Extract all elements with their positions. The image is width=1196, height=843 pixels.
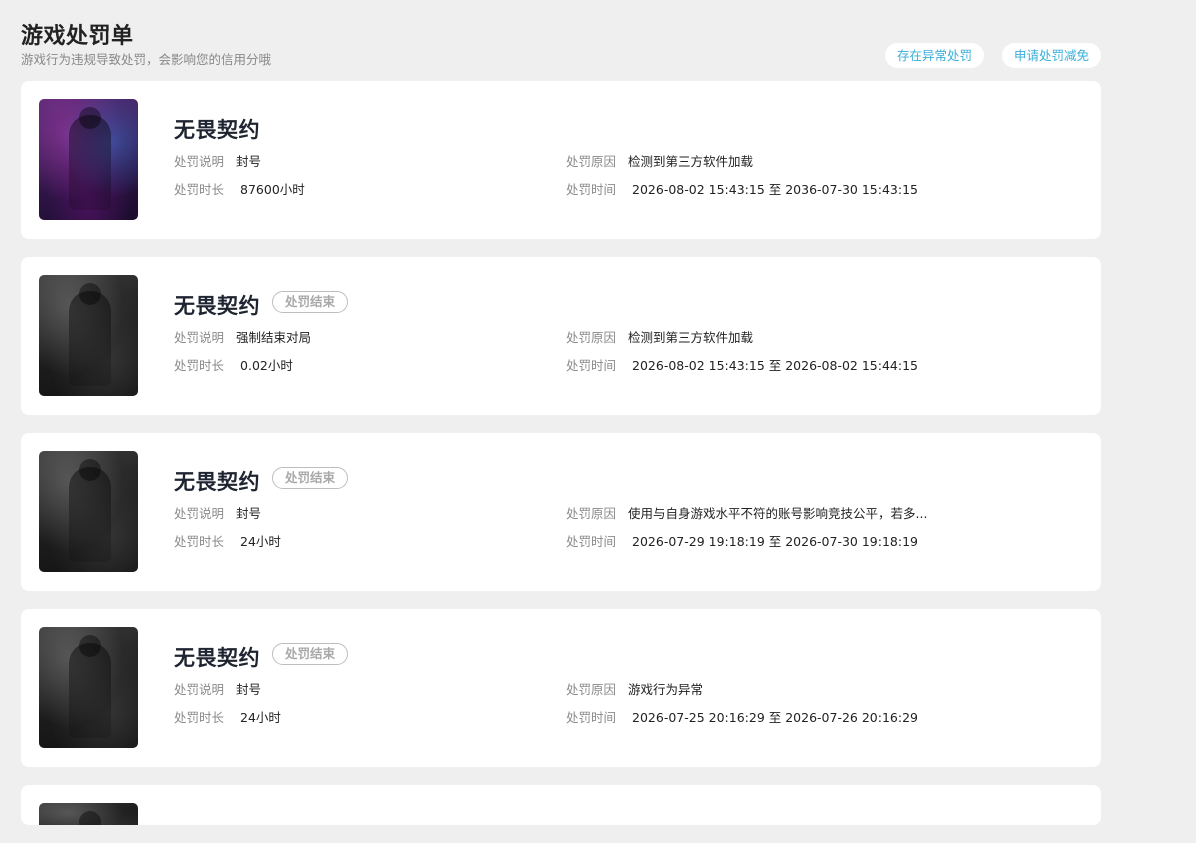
- duration-label: 处罚时长: [174, 534, 225, 549]
- page-header: 游戏处罚单 游戏行为违规导致处罚，会影响您的信用分哦 存在异常处罚 申请处罚减免: [21, 18, 1101, 70]
- description-label: 处罚说明: [174, 154, 225, 169]
- description-label: 处罚说明: [174, 506, 225, 521]
- penalty-description: 处罚说明 强制结束对局: [174, 327, 311, 346]
- reason-label: 处罚原因: [566, 330, 617, 345]
- report-exception-button[interactable]: 存在异常处罚: [885, 43, 985, 68]
- duration-value: 0.02小时: [240, 358, 293, 373]
- reason-value: 使用与自身游戏水平不符的账号影响竞技公平，若多...: [628, 506, 928, 521]
- game-cover-image: [39, 803, 138, 825]
- time-label: 处罚时间: [566, 358, 617, 373]
- penalty-reason: 处罚原因 检测到第三方软件加载: [566, 151, 753, 170]
- game-cover-image: [39, 627, 138, 748]
- penalty-list: 无畏契约 处罚说明 封号 处罚时长 87600小时 处罚原因 检测到第三方软件加载 处…: [21, 81, 1101, 843]
- cover-figure: [69, 643, 111, 738]
- status-badge: 处罚结束: [272, 467, 349, 489]
- penalty-time: 处罚时间 2026-08-02 15:43:15 至 2036-07-30 15:…: [566, 179, 918, 198]
- description-value: 封号: [236, 682, 262, 697]
- description-value: 封号: [236, 506, 262, 521]
- description-label: 处罚说明: [174, 330, 225, 345]
- penalty-card[interactable]: 无畏契约 处罚结束 处罚说明 封号 处罚时长 24小时 处罚原因 游戏行为异常 处罚时…: [21, 609, 1101, 767]
- game-title: 无畏契约: [174, 646, 260, 670]
- status-badge: 处罚结束: [272, 643, 349, 665]
- time-label: 处罚时间: [566, 710, 617, 725]
- game-cover-image: [39, 99, 138, 220]
- reason-label: 处罚原因: [566, 506, 617, 521]
- penalty-duration: 处罚时长 0.02小时: [174, 355, 293, 374]
- page-title: 游戏处罚单: [21, 24, 134, 49]
- status-badge: 处罚结束: [272, 291, 349, 313]
- duration-label: 处罚时长: [174, 358, 225, 373]
- time-value: 2026-08-02 15:43:15 至 2036-07-30 15:43:1…: [632, 182, 918, 197]
- cover-figure: [69, 467, 111, 562]
- time-label: 处罚时间: [566, 182, 617, 197]
- duration-value: 87600小时: [240, 182, 305, 197]
- penalty-time: 处罚时间 2026-08-02 15:43:15 至 2026-08-02 15:…: [566, 355, 918, 374]
- penalty-duration: 处罚时长 87600小时: [174, 179, 305, 198]
- duration-value: 24小时: [240, 710, 281, 725]
- description-label: 处罚说明: [174, 682, 225, 697]
- cover-figure: [69, 291, 111, 386]
- penalty-reason: 处罚原因 使用与自身游戏水平不符的账号影响竞技公平，若多...: [566, 503, 927, 522]
- duration-label: 处罚时长: [174, 710, 225, 725]
- time-value: 2026-07-29 19:18:19 至 2026-07-30 19:18:1…: [632, 534, 918, 549]
- game-cover-image: [39, 275, 138, 396]
- game-title: 无畏契约: [174, 118, 260, 142]
- reason-value: 检测到第三方软件加载: [628, 330, 754, 345]
- reason-label: 处罚原因: [566, 682, 617, 697]
- page-subtitle: 游戏行为违规导致处罚，会影响您的信用分哦: [21, 52, 272, 67]
- penalty-card[interactable]: 无畏契约 处罚结束 处罚说明 强制结束对局 处罚时长 0.02小时 处罚原因 检测到第…: [21, 257, 1101, 415]
- description-value: 封号: [236, 154, 262, 169]
- penalty-time: 处罚时间 2026-07-25 20:16:29 至 2026-07-26 20:…: [566, 707, 918, 726]
- cover-figure-head: [79, 811, 101, 825]
- penalty-description: 处罚说明 封号: [174, 503, 261, 522]
- reason-value: 游戏行为异常: [628, 682, 704, 697]
- game-title: 无畏契约: [174, 294, 260, 318]
- duration-value: 24小时: [240, 534, 281, 549]
- reason-label: 处罚原因: [566, 154, 617, 169]
- penalty-card[interactable]: 无畏契约 处罚说明 封号 处罚时长 87600小时 处罚原因 检测到第三方软件加载 处…: [21, 81, 1101, 239]
- game-cover-image: [39, 451, 138, 572]
- penalty-description: 处罚说明 封号: [174, 151, 261, 170]
- cover-figure: [69, 115, 111, 210]
- penalty-reason: 处罚原因 检测到第三方软件加载: [566, 327, 753, 346]
- game-title: 无畏契约: [174, 470, 260, 494]
- penalty-time: 处罚时间 2026-07-29 19:18:19 至 2026-07-30 19:…: [566, 531, 918, 550]
- penalty-reason: 处罚原因 游戏行为异常: [566, 679, 703, 698]
- time-label: 处罚时间: [566, 534, 617, 549]
- time-value: 2026-08-02 15:43:15 至 2026-08-02 15:44:1…: [632, 358, 918, 373]
- penalty-duration: 处罚时长 24小时: [174, 531, 281, 550]
- description-value: 强制结束对局: [236, 330, 312, 345]
- time-value: 2026-07-25 20:16:29 至 2026-07-26 20:16:2…: [632, 710, 918, 725]
- duration-label: 处罚时长: [174, 182, 225, 197]
- penalty-description: 处罚说明 封号: [174, 679, 261, 698]
- reason-value: 检测到第三方软件加载: [628, 154, 754, 169]
- penalty-duration: 处罚时长 24小时: [174, 707, 281, 726]
- penalty-card[interactable]: 无畏契约 处罚结束 处罚说明 封号 处罚时长 24小时 处罚原因 使用与自身游戏水平不…: [21, 433, 1101, 591]
- penalty-card[interactable]: [21, 785, 1101, 825]
- apply-reduction-button[interactable]: 申请处罚减免: [1002, 43, 1101, 68]
